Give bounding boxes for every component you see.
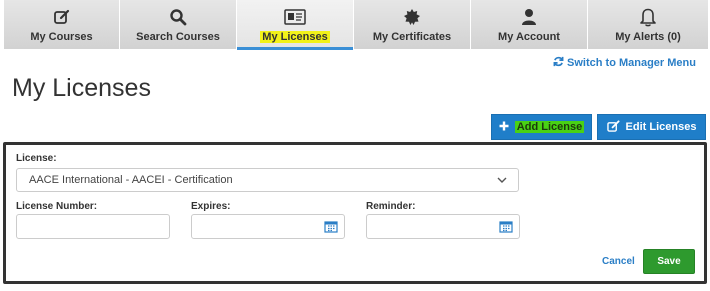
reminder-label: Reminder: — [366, 201, 416, 212]
add-license-button[interactable]: Add License — [491, 114, 592, 140]
add-license-label: Add License — [514, 121, 585, 133]
license-label: License: — [16, 153, 57, 164]
save-button[interactable]: Save — [643, 249, 695, 274]
top-navigation: My Courses Search Courses My Licenses My… — [4, 0, 708, 50]
calendar-icon[interactable] — [499, 220, 513, 238]
tab-my-licenses[interactable]: My Licenses — [237, 0, 354, 50]
expires-label: Expires: — [191, 201, 231, 212]
edit-icon — [606, 119, 620, 135]
tab-label: My Courses — [30, 30, 93, 43]
tab-label: My Licenses — [260, 30, 330, 43]
add-license-form: License: AACE International - AACEI - Ce… — [3, 142, 707, 284]
bell-icon — [637, 7, 659, 27]
license-number-label: License Number: — [16, 201, 98, 212]
chevron-down-icon — [496, 174, 508, 189]
reminder-date-input[interactable] — [366, 214, 520, 239]
calendar-icon[interactable] — [324, 220, 338, 238]
tab-my-certificates[interactable]: My Certificates — [354, 0, 471, 49]
tab-my-alerts[interactable]: My Alerts (0) — [588, 0, 708, 49]
tab-label: My Account — [498, 30, 560, 43]
plus-icon — [499, 121, 509, 134]
page-title: My Licenses — [12, 74, 151, 102]
refresh-icon — [553, 56, 564, 70]
license-number-input[interactable] — [16, 214, 170, 239]
tab-search-courses[interactable]: Search Courses — [120, 0, 237, 49]
expires-date-input[interactable] — [191, 214, 345, 239]
tab-label-text: My Licenses — [260, 30, 330, 43]
license-select-value: AACE International - AACEI - Certificati… — [29, 174, 233, 186]
license-card-icon — [284, 7, 306, 27]
save-button-label: Save — [657, 256, 681, 267]
switch-link-label: Switch to Manager Menu — [567, 57, 696, 69]
tab-my-account[interactable]: My Account — [471, 0, 588, 49]
tab-label: My Certificates — [372, 30, 452, 43]
tab-label: Search Courses — [136, 30, 220, 43]
certificate-seal-icon — [401, 7, 423, 27]
cancel-link[interactable]: Cancel — [602, 256, 635, 267]
edit-icon — [51, 7, 73, 27]
tab-label: My Alerts (0) — [615, 30, 681, 43]
edit-licenses-button[interactable]: Edit Licenses — [597, 114, 706, 140]
license-select[interactable]: AACE International - AACEI - Certificati… — [16, 168, 519, 192]
edit-licenses-label: Edit Licenses — [625, 121, 697, 133]
tab-my-courses[interactable]: My Courses — [4, 0, 120, 49]
search-icon — [167, 7, 189, 27]
user-icon — [518, 7, 540, 27]
switch-to-manager-link[interactable]: Switch to Manager Menu — [553, 56, 696, 70]
